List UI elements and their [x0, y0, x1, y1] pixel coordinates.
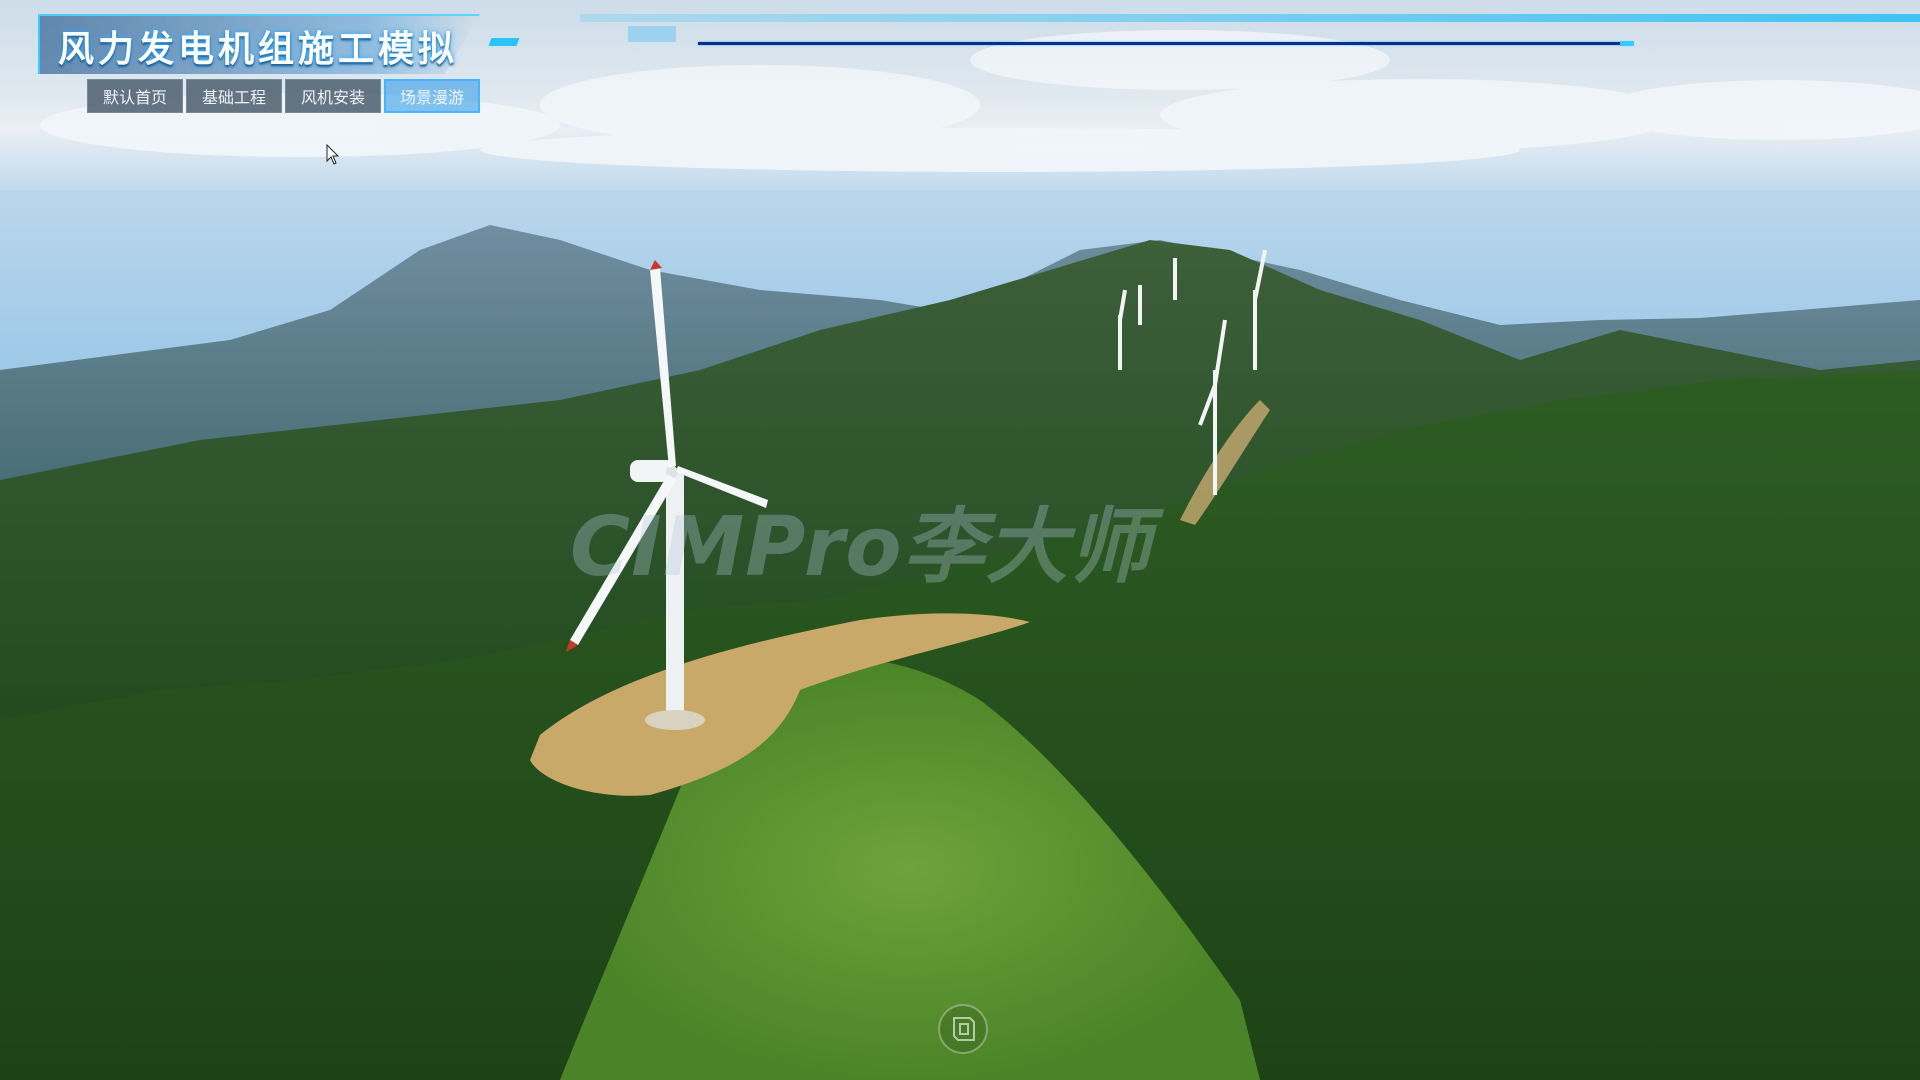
header-accent-chip	[628, 26, 676, 42]
app-logo-icon[interactable]	[938, 1004, 988, 1054]
header-divider-end	[1620, 41, 1634, 46]
nav-default-home[interactable]: 默认首页	[87, 79, 183, 113]
nav-foundation-works[interactable]: 基础工程	[186, 79, 282, 113]
nav-scene-roaming[interactable]: 场景漫游	[384, 79, 480, 113]
page-title: 风力发电机组施工模拟	[58, 29, 459, 70]
main-nav: 默认首页 基础工程 风机安装 场景漫游	[87, 79, 483, 113]
header-divider-line	[698, 42, 1633, 45]
header-decoration-bar	[580, 14, 1920, 22]
mouse-pointer-icon	[326, 144, 340, 165]
app-logo-glyph	[953, 1017, 975, 1041]
nav-turbine-installation[interactable]: 风机安装	[285, 79, 381, 113]
watermark-text: CIMPro李大师	[570, 500, 1152, 595]
header-accent-block	[488, 38, 520, 46]
